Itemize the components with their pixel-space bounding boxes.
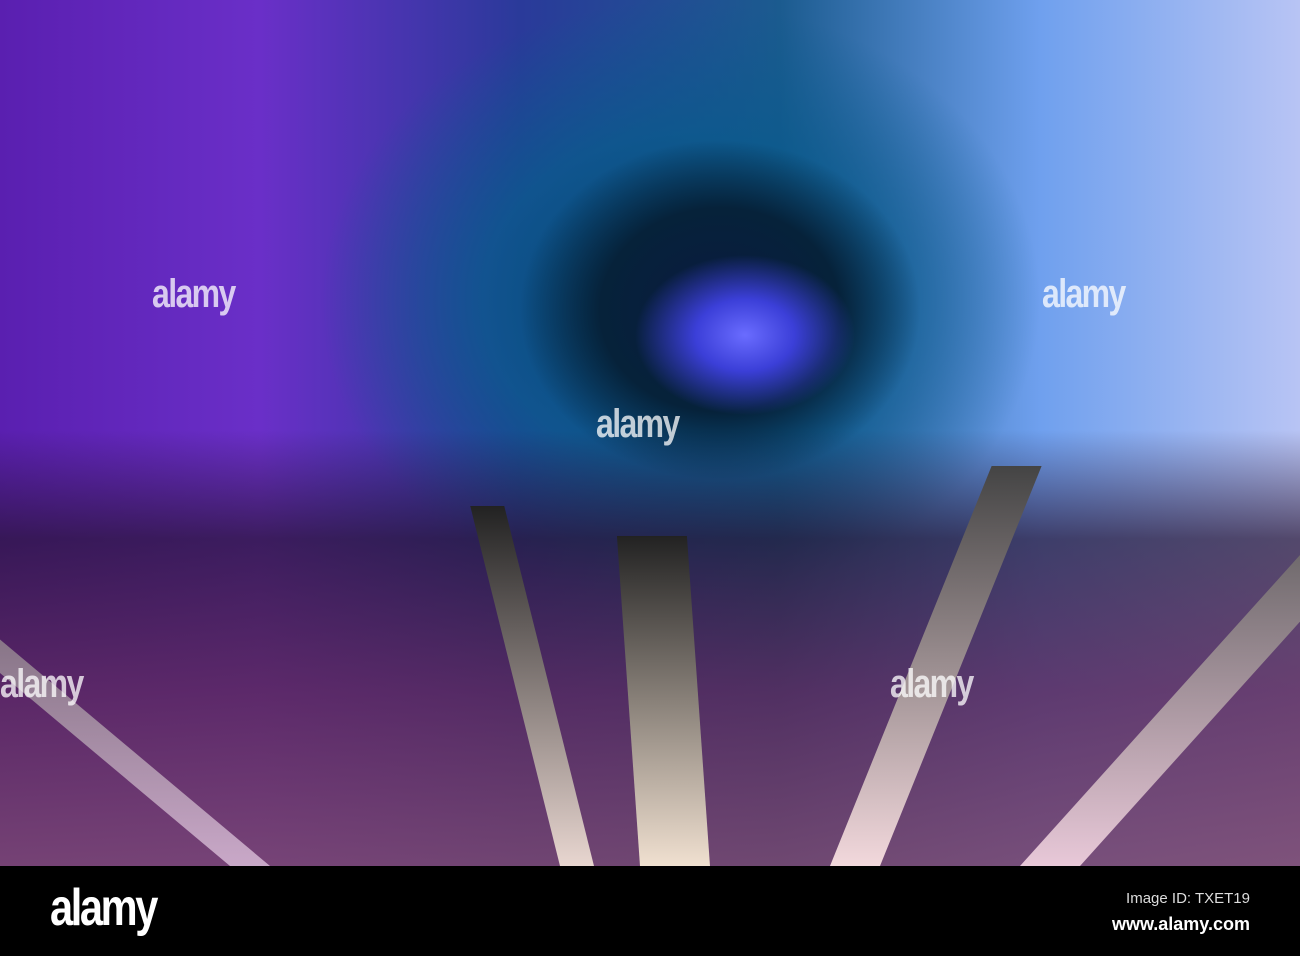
watermark: alamy (890, 662, 974, 706)
watermark: alamy (596, 402, 680, 446)
watermark: alamy (0, 662, 84, 706)
footer-bar: alamy Image ID: TXET19 www.alamy.com (0, 866, 1300, 956)
tunnel-photo: alamy alamy alamy alamy alamy (0, 0, 1300, 866)
alamy-logo: alamy (50, 879, 158, 937)
site-url: www.alamy.com (1111, 914, 1250, 934)
image-id: Image ID: TXET19 (1126, 890, 1250, 907)
watermark: alamy (1042, 272, 1126, 316)
watermark: alamy (152, 272, 236, 316)
